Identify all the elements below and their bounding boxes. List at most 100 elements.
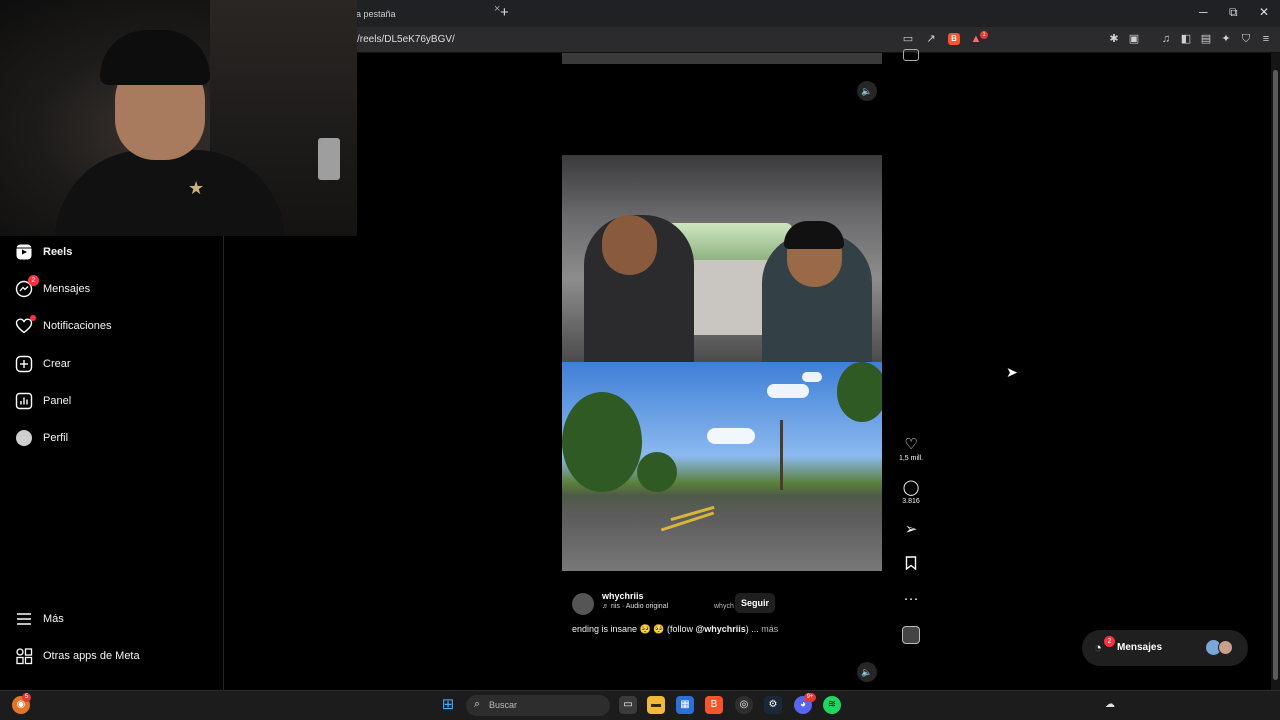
video-cloud xyxy=(802,372,822,382)
sidebar-item-label: Crear xyxy=(43,358,71,370)
restore-button[interactable]: ⧉ xyxy=(1229,5,1238,20)
menu-icon xyxy=(14,609,34,629)
caption-more-link[interactable]: más xyxy=(761,624,778,634)
video-tree xyxy=(837,362,882,422)
search-icon: ⌕ xyxy=(474,698,481,710)
vpn-icon[interactable]: ⛉ xyxy=(1240,33,1252,45)
browser-tab[interactable]: a pestaña xyxy=(350,3,518,25)
menu-icon[interactable]: ≡ xyxy=(1260,33,1272,45)
sidebar-item-label: Notificaciones xyxy=(43,320,112,332)
sidebar-item-mas[interactable]: Más xyxy=(14,608,214,630)
avatar xyxy=(14,428,34,448)
video-tree xyxy=(637,452,677,492)
notification-dot xyxy=(30,315,36,321)
more-icon[interactable]: ··· xyxy=(898,590,924,608)
sidebar-item-reels[interactable]: Reels xyxy=(14,241,214,263)
obs-icon[interactable]: ◎ xyxy=(735,696,753,714)
audio-thumbnail[interactable] xyxy=(902,626,920,644)
url-text[interactable]: /reels/DL5eK76yBGV/ xyxy=(357,34,455,45)
brave-icon[interactable]: B xyxy=(705,696,723,714)
file-explorer-icon[interactable]: ▬ xyxy=(647,696,665,714)
reels-icon xyxy=(14,242,34,262)
share-icon[interactable]: ↗ xyxy=(925,33,937,45)
close-window-button[interactable]: ✕ xyxy=(1259,5,1269,19)
sidebar-item-label: Más xyxy=(43,613,64,625)
sidebar-item-meta-apps[interactable]: Otras apps de Meta xyxy=(14,645,214,667)
save-action[interactable] xyxy=(898,556,924,574)
sidebar-item-label: Mensajes xyxy=(43,283,91,295)
task-view-icon[interactable]: ▭ xyxy=(619,696,637,714)
rewards-badge: 1 xyxy=(980,31,988,39)
caption-handle[interactable]: @whychriis xyxy=(695,624,745,634)
messages-badge: 2 xyxy=(1104,636,1115,647)
steam-icon[interactable]: ⚙ xyxy=(764,696,782,714)
cast-icon[interactable]: ▭ xyxy=(902,33,914,45)
mouse-cursor-icon: ➤ xyxy=(1006,364,1018,380)
video-car-interior xyxy=(562,155,882,368)
media-icon[interactable]: ♫ xyxy=(1160,33,1172,45)
scrollbar-thumb[interactable] xyxy=(1273,70,1278,680)
author-avatar[interactable] xyxy=(572,593,594,615)
tab-title: a pestaña xyxy=(356,9,396,19)
share-action[interactable]: ➢ xyxy=(898,521,924,539)
tab-search-icon[interactable]: ▣ xyxy=(1128,33,1140,45)
audio-label[interactable]: ♬ riis · Audio original xyxy=(602,603,668,610)
comment-icon[interactable]: ◯ xyxy=(898,479,924,497)
reel-video[interactable] xyxy=(562,155,882,571)
volume-icon[interactable]: 🔈 xyxy=(857,662,877,682)
avatar xyxy=(1218,640,1233,655)
like-action[interactable]: ♡ 1,5 mill. xyxy=(898,436,924,462)
windows-taskbar: ◉ 5 ⊞ ⌕ Buscar ▭ ▬ ▦ B ◎ ⚙ ◕ 9+ ≋ ☁ xyxy=(0,690,1280,720)
previous-audio-thumb-icon[interactable] xyxy=(903,49,919,61)
sidebar-item-mensajes[interactable]: 2 Mensajes xyxy=(14,275,214,300)
spotify-icon[interactable]: ≋ xyxy=(823,696,841,714)
previous-reel-edge xyxy=(562,53,882,64)
video-cloud xyxy=(767,384,809,398)
sidebar-item-crear[interactable]: Crear xyxy=(14,353,214,375)
send-icon[interactable]: ➢ xyxy=(898,521,924,539)
video-passenger-left-head xyxy=(602,215,657,275)
like-count: 1,5 mill. xyxy=(898,455,924,462)
video-tree xyxy=(562,392,642,492)
heart-icon xyxy=(14,315,36,336)
windows-start-icon[interactable]: ⊞ xyxy=(439,696,457,714)
store-icon[interactable]: ▦ xyxy=(676,696,694,714)
video-driver-cap xyxy=(784,221,844,249)
messages-badge: 2 xyxy=(28,275,39,286)
author-ghost-text: whych xyxy=(714,603,734,610)
wallet-icon[interactable]: ▤ xyxy=(1200,33,1212,45)
sidebar-item-label: Perfil xyxy=(43,432,69,444)
dashboard-icon xyxy=(14,391,34,411)
video-utility-pole xyxy=(780,420,783,490)
sidebar-item-panel[interactable]: Panel xyxy=(14,390,214,412)
onedrive-icon[interactable]: ☁ xyxy=(1101,696,1119,714)
messages-label: Mensajes xyxy=(1117,642,1163,653)
sidebar-item-label: Panel xyxy=(43,395,72,407)
author-username[interactable]: whychriis xyxy=(602,591,644,601)
taskbar-search[interactable]: ⌕ Buscar xyxy=(466,695,610,716)
sidebar-item-notificaciones[interactable]: Notificaciones xyxy=(14,315,214,337)
reel-author-row: whychriis ♬ riis · Audio original whych … xyxy=(572,591,882,615)
video-cloud xyxy=(707,428,755,444)
volume-icon[interactable]: 🔈 xyxy=(857,81,877,101)
reel-caption: ending is insane 🥺 🥺 (follow @whychriis)… xyxy=(572,624,778,635)
new-tab-button[interactable]: + xyxy=(500,4,509,21)
leo-ai-icon[interactable]: ✦ xyxy=(1220,33,1232,45)
extensions-icon[interactable]: ✱ xyxy=(1108,33,1120,45)
messages-floating-button[interactable]: ◔ 2 Mensajes xyxy=(1082,630,1248,666)
sidebar-item-perfil[interactable]: Perfil xyxy=(14,427,214,449)
heart-icon[interactable]: ♡ xyxy=(898,436,924,454)
comment-action[interactable]: ◯ 3.816 xyxy=(898,479,924,505)
minimize-button[interactable]: ─ xyxy=(1199,5,1208,19)
brave-shields-icon[interactable]: B xyxy=(948,33,960,45)
sidebar-toggle-icon[interactable]: ◧ xyxy=(1180,33,1192,45)
meta-apps-icon xyxy=(14,646,34,666)
more-options[interactable]: ··· xyxy=(898,590,924,608)
bookmark-icon[interactable] xyxy=(898,556,924,574)
shirt-star-icon: ★ xyxy=(188,178,205,198)
discord-badge: 9+ xyxy=(804,693,816,702)
search-placeholder: Buscar xyxy=(489,700,518,710)
caption-text: ending is insane 🥺 🥺 (follow xyxy=(572,624,696,634)
webcam-person-cap xyxy=(100,30,210,85)
follow-button[interactable]: Seguir xyxy=(735,593,776,613)
